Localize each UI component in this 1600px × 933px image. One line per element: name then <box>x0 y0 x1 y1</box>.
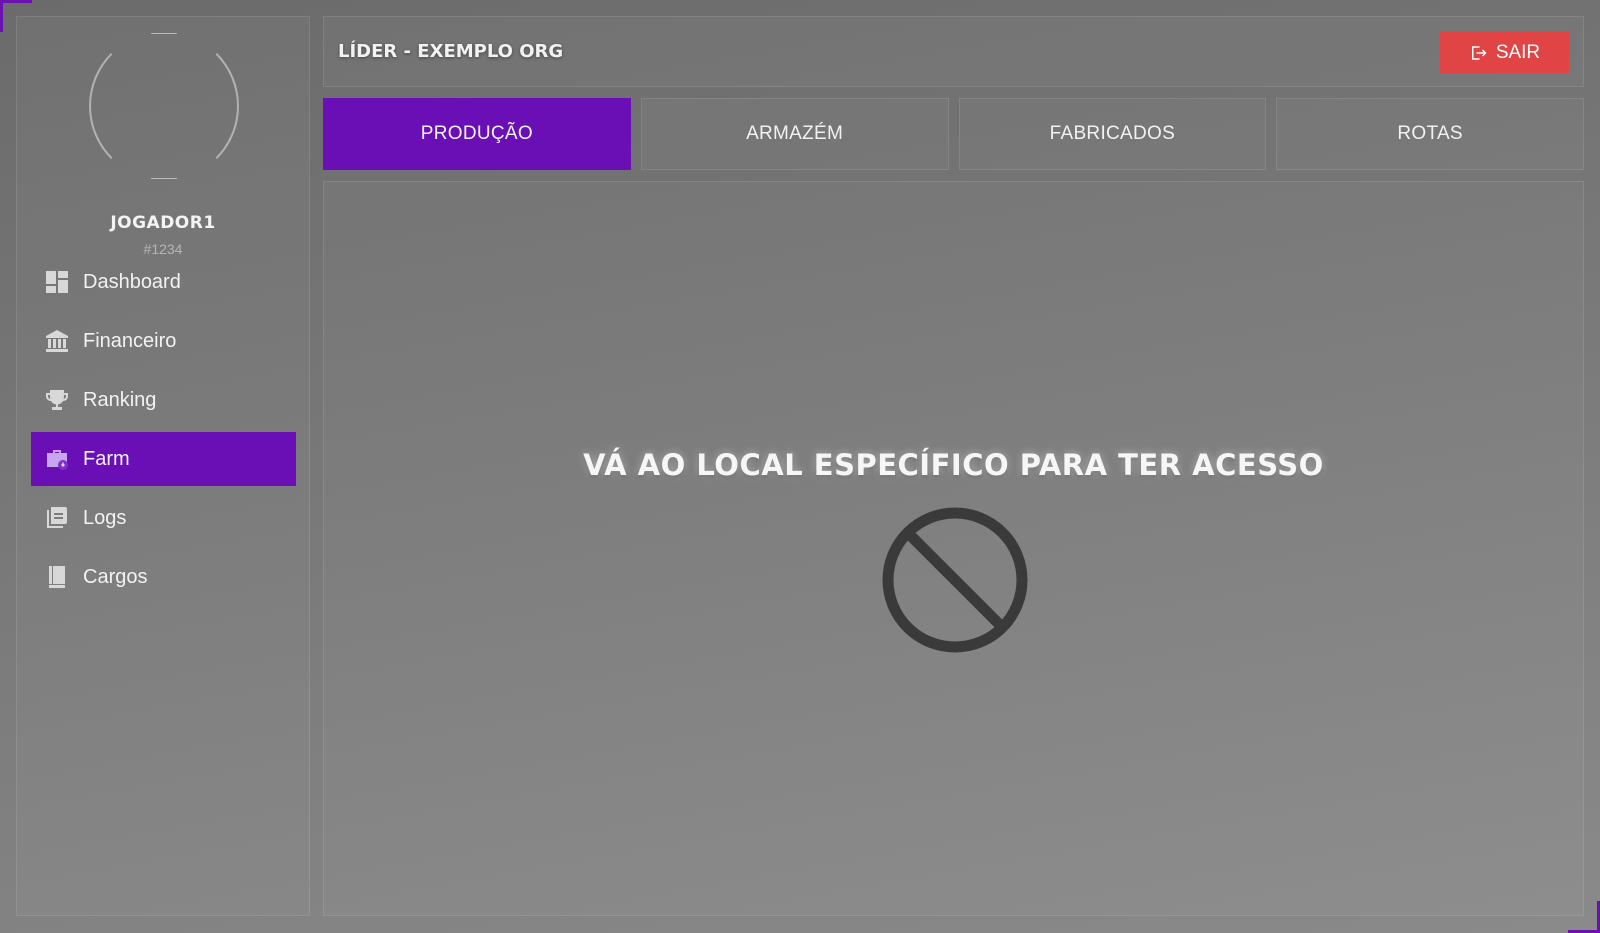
sidebar-item-logs[interactable]: Logs <box>31 491 296 545</box>
briefcase-icon <box>45 447 69 471</box>
access-message: VÁ AO LOCAL ESPECÍFICO PARA TER ACESSO <box>583 448 1324 482</box>
avatar <box>89 31 239 181</box>
bank-icon <box>45 329 69 353</box>
sidebar-item-label: Logs <box>83 506 127 529</box>
content-panel: VÁ AO LOCAL ESPECÍFICO PARA TER ACESSO <box>323 181 1584 916</box>
tab-armazem[interactable]: ARMAZÉM <box>640 98 949 170</box>
sidebar-item-cargos[interactable]: Cargos <box>31 550 296 604</box>
tab-bar: PRODUÇÃO ARMAZÉM FABRICADOS ROTAS <box>323 98 1584 170</box>
sidebar-item-label: Ranking <box>83 388 157 411</box>
header: LÍDER - EXEMPLO ORG SAIR <box>323 16 1584 87</box>
username: JOGADOR1 <box>110 213 216 233</box>
book-icon <box>45 565 69 589</box>
sidebar-item-label: Financeiro <box>83 329 177 352</box>
document-icon <box>45 506 69 530</box>
sidebar-item-ranking[interactable]: Ranking <box>31 373 296 427</box>
sidebar-item-label: Dashboard <box>83 270 181 293</box>
exit-button[interactable]: SAIR <box>1440 31 1569 74</box>
sidebar-nav: Dashboard Financeiro Ranking Farm Logs C… <box>31 255 296 609</box>
exit-button-label: SAIR <box>1495 41 1541 63</box>
tab-fabricados[interactable]: FABRICADOS <box>958 98 1267 170</box>
sidebar-item-farm[interactable]: Farm <box>31 432 296 486</box>
trophy-icon <box>45 388 69 412</box>
tab-rotas[interactable]: ROTAS <box>1276 98 1584 170</box>
logout-icon <box>1471 45 1487 60</box>
sidebar-item-dashboard[interactable]: Dashboard <box>31 255 296 309</box>
dashboard-icon <box>45 270 69 294</box>
blocked-icon <box>882 507 1028 653</box>
tab-producao[interactable]: PRODUÇÃO <box>323 98 631 170</box>
sidebar-item-label: Cargos <box>83 565 148 588</box>
page-title: LÍDER - EXEMPLO ORG <box>338 41 564 62</box>
sidebar: JOGADOR1 #1234 Dashboard Financeiro Rank… <box>16 16 310 916</box>
sidebar-item-label: Farm <box>83 447 130 470</box>
sidebar-item-financeiro[interactable]: Financeiro <box>31 314 296 368</box>
